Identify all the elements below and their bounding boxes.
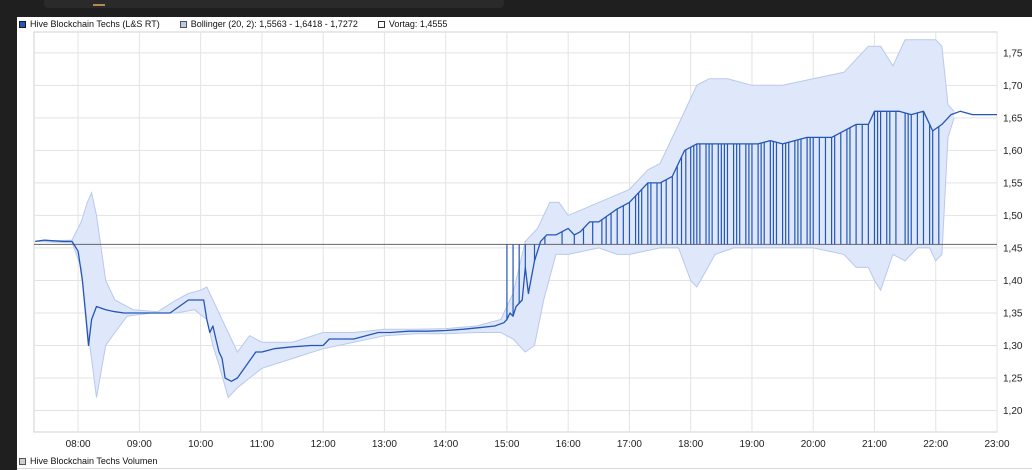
legend-item-prev[interactable]: Vortag: 1,4555: [377, 19, 448, 29]
x-tick-label: 17:00: [617, 439, 642, 450]
x-tick-label: 13:00: [372, 439, 397, 450]
legend-swatch-prev: [377, 20, 385, 28]
x-tick-label: 22:00: [923, 439, 948, 450]
x-tick-label: 18:00: [678, 439, 703, 450]
legend-item-price[interactable]: Hive Blockchain Techs (L&S RT): [19, 19, 160, 29]
legend-swatch-volume: [19, 457, 26, 465]
x-tick-label: 09:00: [127, 439, 152, 450]
legend-label-volume: Hive Blockchain Techs Volumen: [30, 456, 158, 466]
y-tick-label: 1,35: [1003, 308, 1023, 319]
browser-topbar: [0, 0, 1032, 17]
legend-label-prev: Vortag: 1,4555: [388, 19, 448, 29]
y-tick-label: 1,50: [1003, 211, 1023, 222]
legend-label-price: Hive Blockchain Techs (L&S RT): [30, 19, 160, 29]
y-tick-label: 1,70: [1003, 81, 1023, 92]
price-chart[interactable]: 08:00 09:00 10:00 11:00 12:00 13:00 14:00 15:00…: [17, 17, 1032, 470]
x-tick-label: 19:00: [739, 439, 764, 450]
y-tick-label: 1,45: [1003, 243, 1023, 254]
y-tick-label: 1,25: [1003, 374, 1023, 385]
y-tick-label: 1,65: [1003, 113, 1023, 124]
y-tick-label: 1,55: [1003, 178, 1023, 189]
x-tick-label: 15:00: [494, 439, 519, 450]
legend-swatch-price: [19, 20, 26, 28]
legend-swatch-bollinger: [179, 20, 187, 28]
x-tick-label: 10:00: [188, 439, 213, 450]
x-tick-label: 11:00: [250, 439, 275, 450]
y-tick-label: 1,60: [1003, 146, 1023, 157]
tab-accent: [93, 4, 105, 6]
volume-divider: [17, 468, 1032, 469]
chart-panel: 08:00 09:00 10:00 11:00 12:00 13:00 14:00 15:00…: [17, 17, 1032, 470]
y-tick-label: 1,75: [1003, 48, 1023, 59]
y-tick-label: 1,30: [1003, 341, 1023, 352]
x-tick-label: 20:00: [801, 439, 826, 450]
volume-legend[interactable]: Hive Blockchain Techs Volumen: [17, 454, 157, 468]
x-tick-label: 16:00: [556, 439, 581, 450]
chart-legend: Hive Blockchain Techs (L&S RT) Bollinger…: [17, 17, 465, 31]
y-tick-label: 1,20: [1003, 406, 1023, 417]
x-tick-label: 23:00: [984, 439, 1009, 450]
top-tab[interactable]: [44, 0, 504, 8]
x-tick-label: 21:00: [862, 439, 887, 450]
y-tick-label: 1,40: [1003, 276, 1023, 287]
legend-label-bollinger: Bollinger (20, 2): 1,5563 - 1,6418 - 1,7…: [190, 19, 358, 29]
x-tick-label: 08:00: [66, 439, 91, 450]
x-tick-label: 12:00: [311, 439, 336, 450]
x-tick-label: 14:00: [433, 439, 458, 450]
legend-item-bollinger[interactable]: Bollinger (20, 2): 1,5563 - 1,6418 - 1,7…: [179, 19, 358, 29]
